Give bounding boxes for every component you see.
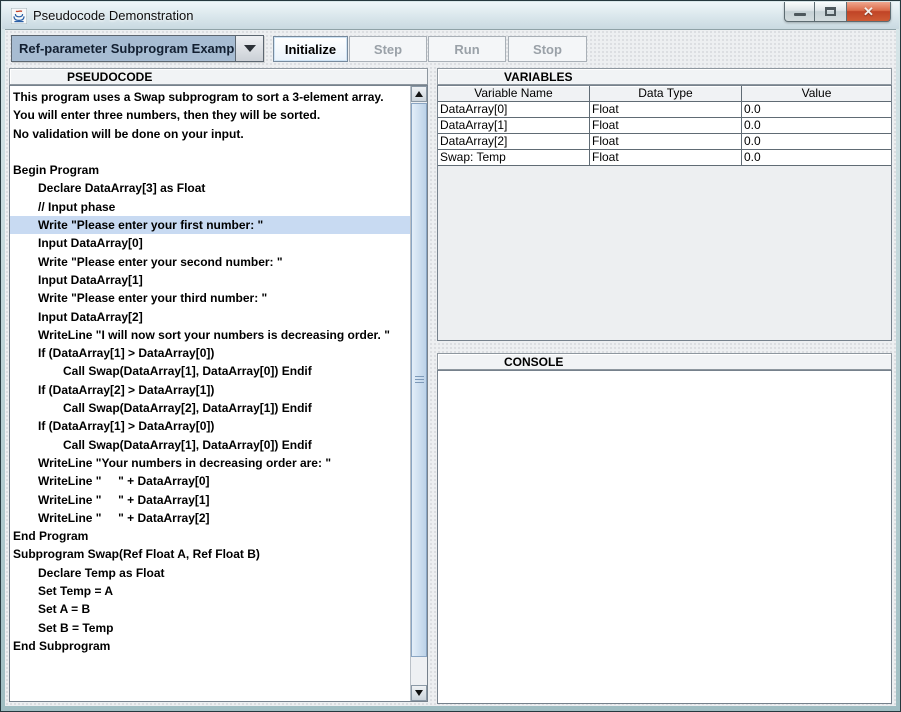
pseudocode-line[interactable]: Input DataArray[1] [10,271,410,289]
pseudocode-line[interactable]: End Program [10,527,410,545]
run-button[interactable]: Run [428,36,506,62]
pseudocode-line[interactable]: End Subprogram [10,637,410,655]
pseudocode-line[interactable]: Declare Temp as Float [10,564,410,582]
arrow-up-icon [415,91,423,97]
variables-table: Variable Name Data Type Value DataArray[… [437,85,892,341]
example-selector-combobox[interactable]: Ref-parameter Subprogram Example A [11,35,264,62]
pseudocode-line[interactable]: WriteLine " " + DataArray[2] [10,509,410,527]
chevron-down-icon [244,45,256,52]
example-selector-value: Ref-parameter Subprogram Example A [12,36,235,61]
console-output[interactable] [437,370,892,704]
maximize-button[interactable] [815,2,846,22]
variables-table-cell: 0.0 [742,150,891,165]
console-panel-header: CONSOLE [437,353,892,370]
pseudocode-line-current[interactable]: Write "Please enter your first number: " [10,216,410,234]
pseudocode-line[interactable]: Input DataArray[0] [10,234,410,252]
column-header-variable-name[interactable]: Variable Name [438,86,590,101]
pseudocode-vertical-scrollbar[interactable] [410,86,427,701]
pseudocode-line[interactable]: WriteLine "Your numbers in decreasing or… [10,454,410,472]
pseudocode-line[interactable]: Call Swap(DataArray[1], DataArray[0]) En… [10,362,410,380]
variables-table-cell: 0.0 [742,102,891,117]
arrow-down-icon [415,690,423,696]
close-button[interactable]: ✕ [846,2,891,22]
scroll-down-button[interactable] [411,685,427,701]
variables-table-cell: DataArray[1] [438,118,590,133]
pseudocode-line[interactable]: // Input phase [10,198,410,216]
variables-panel-header: VARIABLES [437,68,892,85]
minimize-icon [794,13,806,16]
initialize-button[interactable]: Initialize [273,36,348,62]
pseudocode-line[interactable]: Write "Please enter your third number: " [10,289,410,307]
console-title: CONSOLE [504,355,563,369]
window-title: Pseudocode Demonstration [33,8,193,23]
pseudocode-panel-header: PSEUDOCODE [9,68,428,85]
scrollbar-grip-icon [415,376,424,384]
pseudocode-line[interactable]: Call Swap(DataArray[1], DataArray[0]) En… [10,436,410,454]
combo-dropdown-button[interactable] [235,36,263,61]
stop-button[interactable]: Stop [508,36,587,62]
java-app-icon [11,8,27,24]
variables-title: VARIABLES [504,70,572,84]
maximize-icon [825,7,836,16]
variables-table-cell: 0.0 [742,118,891,133]
pseudocode-line[interactable]: Set A = B [10,600,410,618]
column-header-data-type[interactable]: Data Type [590,86,742,101]
step-button[interactable]: Step [349,36,427,62]
pseudocode-line[interactable]: Set Temp = A [10,582,410,600]
variables-table-cell: Float [590,134,742,149]
variables-table-cell: Swap: Temp [438,150,590,165]
pseudocode-line[interactable]: Declare DataArray[3] as Float [10,179,410,197]
pseudocode-line[interactable]: If (DataArray[1] > DataArray[0]) [10,417,410,435]
variables-table-cell: DataArray[0] [438,102,590,117]
variables-table-cell: Float [590,118,742,133]
pseudocode-line[interactable]: Call Swap(DataArray[2], DataArray[1]) En… [10,399,410,417]
variables-table-cell: DataArray[2] [438,134,590,149]
variables-table-cell: 0.0 [742,134,891,149]
pseudocode-lines[interactable]: This program uses a Swap subprogram to s… [10,86,410,701]
pseudocode-line[interactable]: Begin Program [10,161,410,179]
app-window: Pseudocode Demonstration ✕ Ref-parameter… [0,0,901,712]
pseudocode-title: PSEUDOCODE [67,70,152,84]
window-controls: ✕ [784,2,891,22]
minimize-button[interactable] [784,2,815,22]
variables-table-cell: Float [590,102,742,117]
pseudocode-line[interactable]: WriteLine " " + DataArray[0] [10,472,410,490]
pseudocode-line[interactable]: If (DataArray[1] > DataArray[0]) [10,344,410,362]
variables-table-header[interactable]: Variable Name Data Type Value [438,86,891,102]
pseudocode-line[interactable]: Subprogram Swap(Ref Float A, Ref Float B… [10,545,410,563]
pseudocode-line[interactable]: Write "Please enter your second number: … [10,253,410,271]
variables-table-body: DataArray[0]Float0.0DataArray[1]Float0.0… [438,102,891,166]
titlebar[interactable]: Pseudocode Demonstration ✕ [2,2,899,29]
scrollbar-thumb[interactable] [411,103,427,657]
pseudocode-scrollpane: This program uses a Swap subprogram to s… [9,85,428,702]
pseudocode-line[interactable]: This program uses a Swap subprogram to s… [10,88,410,106]
variables-table-row[interactable]: DataArray[2]Float0.0 [438,134,891,150]
variables-table-row[interactable]: DataArray[1]Float0.0 [438,118,891,134]
variables-table-row[interactable]: Swap: TempFloat0.0 [438,150,891,166]
pseudocode-line[interactable]: Set B = Temp [10,619,410,637]
pseudocode-line[interactable]: If (DataArray[2] > DataArray[1]) [10,381,410,399]
client-area: Ref-parameter Subprogram Example A Initi… [5,29,896,706]
pseudocode-line[interactable]: WriteLine " " + DataArray[1] [10,491,410,509]
pseudocode-line[interactable] [10,143,410,161]
column-header-value[interactable]: Value [742,86,891,101]
variables-table-cell: Float [590,150,742,165]
pseudocode-line[interactable]: Input DataArray[2] [10,308,410,326]
scroll-up-button[interactable] [411,86,427,102]
close-icon: ✕ [863,5,874,18]
pseudocode-line[interactable]: No validation will be done on your input… [10,125,410,143]
pseudocode-line[interactable]: You will enter three numbers, then they … [10,106,410,124]
variables-table-row[interactable]: DataArray[0]Float0.0 [438,102,891,118]
pseudocode-line[interactable]: WriteLine "I will now sort your numbers … [10,326,410,344]
